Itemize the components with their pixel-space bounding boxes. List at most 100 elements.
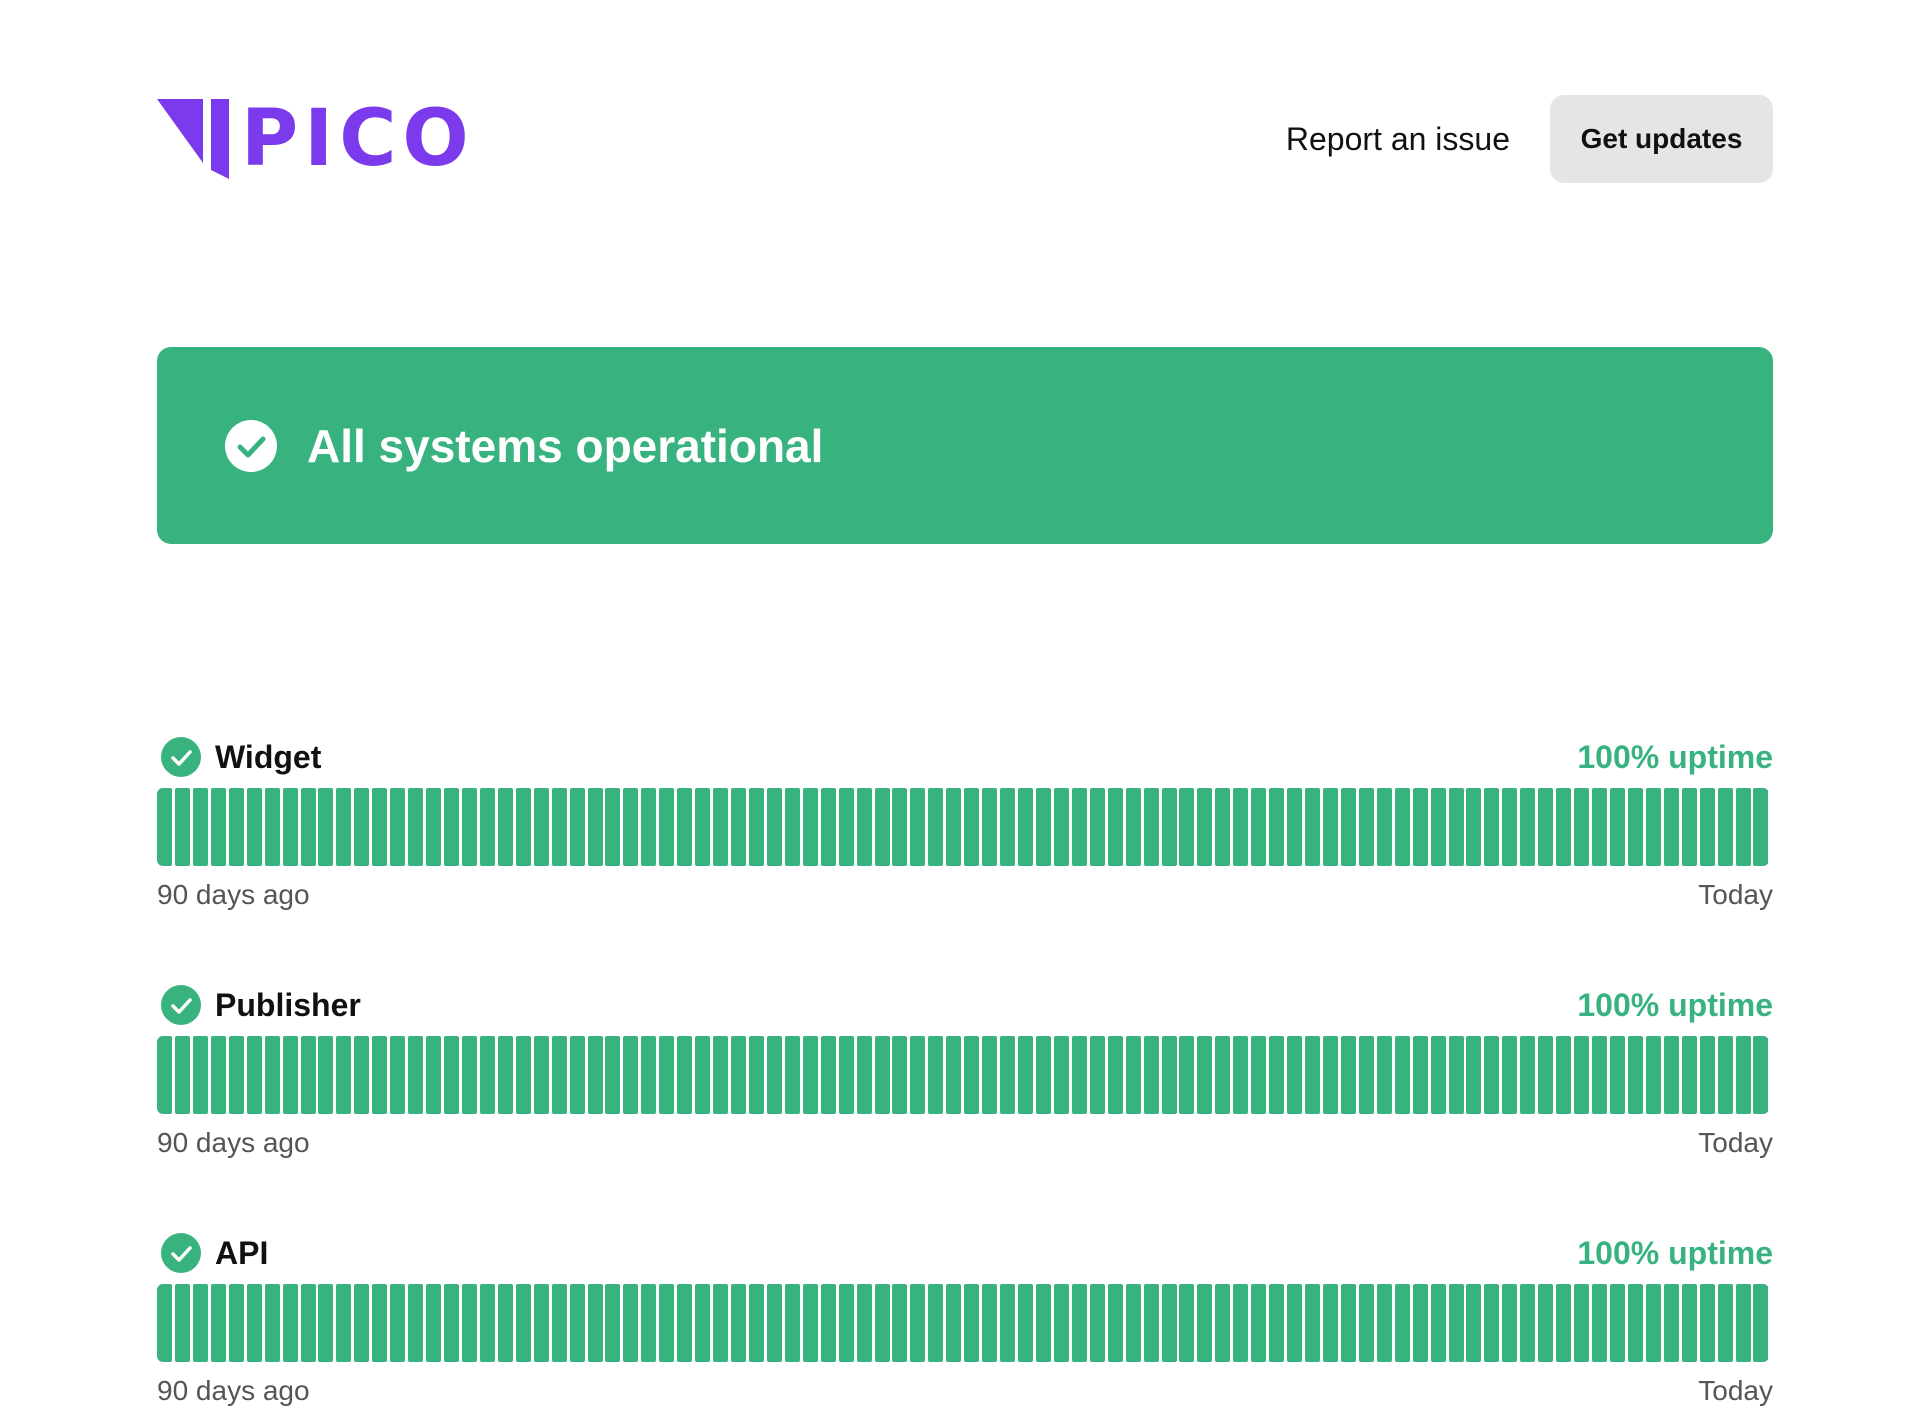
uptime-day-segment[interactable] (1197, 788, 1213, 866)
uptime-day-segment[interactable] (1412, 1036, 1428, 1114)
uptime-day-segment[interactable] (1071, 1284, 1087, 1362)
uptime-day-segment[interactable] (838, 788, 854, 866)
uptime-day-segment[interactable] (551, 1284, 567, 1362)
uptime-day-segment[interactable] (533, 1284, 549, 1362)
uptime-day-segment[interactable] (1699, 788, 1715, 866)
uptime-day-segment[interactable] (892, 1284, 908, 1362)
uptime-day-segment[interactable] (1035, 1036, 1051, 1114)
uptime-day-segment[interactable] (641, 788, 657, 866)
uptime-day-segment[interactable] (354, 1284, 370, 1362)
uptime-day-segment[interactable] (856, 1036, 872, 1114)
uptime-day-segment[interactable] (766, 788, 782, 866)
uptime-day-segment[interactable] (856, 788, 872, 866)
uptime-day-segment[interactable] (246, 1284, 262, 1362)
uptime-day-segment[interactable] (623, 1284, 639, 1362)
uptime-day-segment[interactable] (282, 1036, 298, 1114)
uptime-day-segment[interactable] (1269, 1036, 1285, 1114)
uptime-day-segment[interactable] (1233, 1284, 1249, 1362)
uptime-day-segment[interactable] (1215, 788, 1231, 866)
uptime-day-segment[interactable] (1627, 1036, 1643, 1114)
uptime-day-segment[interactable] (444, 788, 459, 866)
uptime-day-segment[interactable] (1681, 1284, 1697, 1362)
uptime-day-segment[interactable] (1251, 1036, 1267, 1114)
uptime-day-segment[interactable] (444, 1036, 459, 1114)
uptime-day-segment[interactable] (1107, 788, 1123, 866)
uptime-day-segment[interactable] (802, 788, 818, 866)
uptime-day-segment[interactable] (390, 1036, 406, 1114)
uptime-day-segment[interactable] (928, 1284, 944, 1362)
uptime-day-segment[interactable] (713, 1284, 729, 1362)
uptime-day-segment[interactable] (1574, 1036, 1590, 1114)
uptime-day-segment[interactable] (192, 1284, 208, 1362)
uptime-day-segment[interactable] (1358, 788, 1374, 866)
uptime-day-segment[interactable] (713, 1036, 729, 1114)
uptime-day-segment[interactable] (1538, 1036, 1554, 1114)
uptime-day-segment[interactable] (1053, 1284, 1069, 1362)
uptime-day-segment[interactable] (820, 1284, 836, 1362)
uptime-day-segment[interactable] (569, 1284, 585, 1362)
uptime-day-segment[interactable] (748, 788, 764, 866)
uptime-day-segment[interactable] (479, 1036, 495, 1114)
uptime-day-segment[interactable] (784, 1036, 800, 1114)
uptime-day-segment[interactable] (192, 788, 208, 866)
uptime-day-segment[interactable] (1484, 788, 1500, 866)
uptime-day-segment[interactable] (1466, 1036, 1482, 1114)
uptime-day-segment[interactable] (1376, 1036, 1392, 1114)
uptime-day-segment[interactable] (1645, 788, 1661, 866)
uptime-day-segment[interactable] (677, 788, 693, 866)
uptime-day-segment[interactable] (1269, 1284, 1285, 1362)
uptime-day-segment[interactable] (228, 1036, 244, 1114)
uptime-day-segment[interactable] (587, 1284, 603, 1362)
uptime-day-segment[interactable] (479, 1284, 495, 1362)
uptime-day-segment[interactable] (1251, 788, 1267, 866)
uptime-day-segment[interactable] (587, 1036, 603, 1114)
uptime-day-segment[interactable] (1143, 788, 1159, 866)
uptime-day-segment[interactable] (1376, 788, 1392, 866)
uptime-day-segment[interactable] (1663, 1036, 1679, 1114)
uptime-day-segment[interactable] (1215, 1284, 1231, 1362)
uptime-day-segment[interactable] (982, 788, 998, 866)
uptime-day-segment[interactable] (1035, 788, 1051, 866)
uptime-day-segment[interactable] (1609, 1036, 1625, 1114)
uptime-day-segment[interactable] (300, 788, 316, 866)
uptime-day-segment[interactable] (1592, 1284, 1607, 1362)
uptime-day-segment[interactable] (228, 788, 244, 866)
uptime-day-segment[interactable] (1053, 788, 1069, 866)
uptime-day-segment[interactable] (695, 788, 711, 866)
uptime-day-segment[interactable] (1322, 788, 1338, 866)
uptime-day-segment[interactable] (461, 1284, 477, 1362)
uptime-day-segment[interactable] (497, 1036, 513, 1114)
uptime-day-segment[interactable] (695, 1284, 711, 1362)
uptime-day-segment[interactable] (372, 1284, 388, 1362)
uptime-day-segment[interactable] (282, 1284, 298, 1362)
uptime-day-segment[interactable] (551, 788, 567, 866)
uptime-day-segment[interactable] (1071, 1036, 1087, 1114)
uptime-day-segment[interactable] (354, 1036, 370, 1114)
uptime-day-segment[interactable] (623, 788, 639, 866)
uptime-day-segment[interactable] (1466, 1284, 1482, 1362)
uptime-day-segment[interactable] (1394, 788, 1410, 866)
uptime-day-segment[interactable] (659, 1036, 675, 1114)
uptime-day-segment[interactable] (174, 788, 190, 866)
uptime-day-segment[interactable] (1287, 788, 1303, 866)
uptime-day-segment[interactable] (1125, 1284, 1141, 1362)
uptime-day-segment[interactable] (157, 1036, 172, 1114)
uptime-day-segment[interactable] (1340, 788, 1356, 866)
uptime-day-segment[interactable] (1053, 1036, 1069, 1114)
uptime-day-segment[interactable] (1143, 1284, 1159, 1362)
uptime-day-segment[interactable] (928, 1036, 944, 1114)
uptime-day-segment[interactable] (515, 788, 531, 866)
uptime-day-segment[interactable] (264, 1036, 280, 1114)
uptime-day-segment[interactable] (1215, 1036, 1231, 1114)
uptime-day-segment[interactable] (461, 1036, 477, 1114)
uptime-day-segment[interactable] (228, 1284, 244, 1362)
uptime-day-segment[interactable] (1394, 1284, 1410, 1362)
uptime-day-segment[interactable] (1717, 1284, 1733, 1362)
uptime-day-segment[interactable] (390, 1284, 406, 1362)
uptime-day-segment[interactable] (1394, 1036, 1410, 1114)
uptime-day-segment[interactable] (946, 788, 962, 866)
uptime-day-segment[interactable] (874, 1036, 890, 1114)
uptime-day-segment[interactable] (1574, 788, 1590, 866)
uptime-day-segment[interactable] (210, 1284, 226, 1362)
uptime-day-segment[interactable] (1197, 1036, 1213, 1114)
